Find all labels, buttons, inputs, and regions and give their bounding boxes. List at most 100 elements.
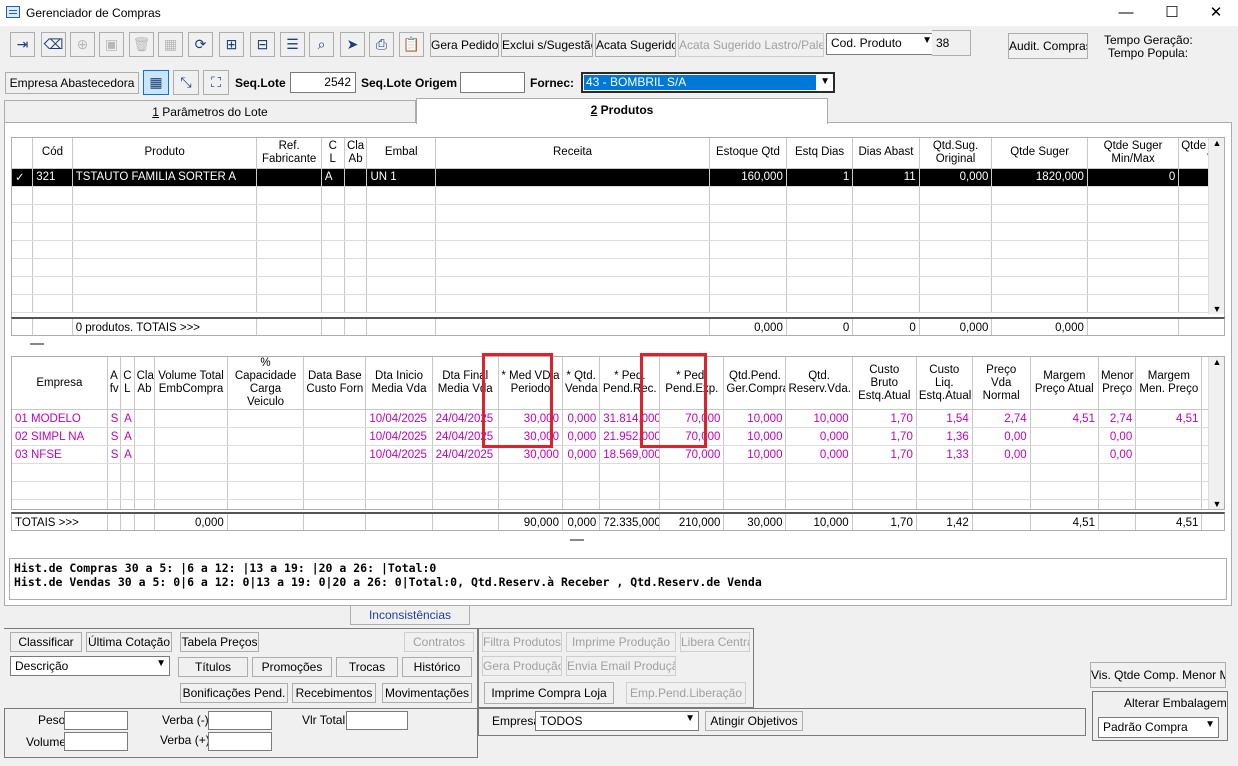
table-cell[interactable]: TSTAUTO FAMILIA SORTER A [72, 168, 258, 187]
remove-item-icon[interactable]: ⊟ [250, 32, 275, 57]
table-cell[interactable] [1135, 445, 1203, 464]
table-cell[interactable] [227, 445, 305, 464]
delete-icon[interactable]: 🗑 [129, 32, 154, 57]
verba-plus-field[interactable] [208, 732, 272, 751]
peso-field[interactable] [64, 711, 128, 730]
table-cell[interactable]: 11 [852, 168, 920, 187]
table-cell[interactable]: 4,51 [1030, 409, 1099, 428]
table-cell[interactable]: 4,51 [1135, 409, 1203, 428]
totals-cell[interactable]: 90,000 [498, 514, 563, 530]
table-cell[interactable]: 0,000 [562, 445, 601, 464]
table-cell[interactable] [154, 409, 228, 428]
refresh-icon[interactable]: ⟳ [188, 32, 213, 57]
totals-cell[interactable]: 0,000 [562, 514, 601, 530]
table-cell[interactable]: 18.569,000 [599, 445, 661, 464]
totals-cell[interactable]: 10,000 [785, 514, 853, 530]
vis-qtde-button[interactable]: Vis. Qtde Comp. Menor Min [1090, 662, 1226, 688]
filter-icon[interactable]: ☰ [280, 32, 305, 57]
code-value-field[interactable]: 38 [932, 30, 971, 56]
table-cell[interactable]: 0,00 [972, 427, 1031, 446]
totals-cell[interactable]: 0 [786, 319, 854, 335]
totals-cell[interactable] [972, 514, 1031, 530]
expand-icon[interactable]: ⛶ [203, 70, 229, 95]
close-button[interactable]: ✕ [1194, 2, 1238, 24]
table-cell[interactable] [1030, 427, 1099, 446]
table-cell[interactable]: A [120, 427, 135, 446]
totals-cell[interactable] [344, 319, 368, 335]
table-cell[interactable] [303, 445, 367, 464]
table-cell[interactable]: 10/04/2025 [365, 445, 433, 464]
table-row[interactable]: 03 NFSE S A 10/04/2025 24/04/2025 30,000 0,000… [12, 445, 1224, 464]
totals-cell[interactable] [303, 514, 367, 530]
libera-central-button[interactable]: Libera Central [680, 632, 750, 652]
collapse-icon[interactable]: ⤡ [173, 70, 199, 95]
inconsistencias-button[interactable]: Inconsistências [350, 605, 470, 625]
totals-cell[interactable]: 4,51 [1135, 514, 1203, 530]
table-cell[interactable]: 160,000 [709, 168, 787, 187]
clipboard-icon[interactable]: 📋 [399, 32, 424, 57]
table-cell[interactable]: 10/04/2025 [365, 409, 433, 428]
table-cell[interactable] [134, 427, 156, 446]
table-cell[interactable]: 10,000 [723, 445, 787, 464]
tabela-precos-button[interactable]: Tabela Preços [180, 632, 259, 652]
table-cell[interactable]: 0,000 [562, 409, 601, 428]
totals-cell[interactable]: 0,000 [919, 319, 993, 335]
splitter-handle[interactable] [30, 343, 44, 345]
gera-producao-button[interactable]: Gera Produção [482, 656, 562, 676]
totals-cell[interactable]: 30,000 [723, 514, 787, 530]
check-icon[interactable]: ✓ [12, 168, 34, 187]
sort-select[interactable]: Descrição ▼ [10, 656, 170, 676]
table-cell[interactable]: 10,000 [723, 409, 787, 428]
table-row[interactable]: 02 SIMPL NA S A 10/04/2025 24/04/2025 30,000 0… [12, 427, 1224, 446]
totals-cell[interactable]: 0,000 [709, 319, 787, 335]
totals-cell[interactable]: 1,42 [916, 514, 973, 530]
table-cell[interactable]: 0 [1087, 168, 1180, 187]
table-cell[interactable] [134, 445, 156, 464]
table-cell[interactable]: 01 MODELO [12, 409, 108, 428]
emp-pend-button[interactable]: Emp.Pend.Liberação [626, 682, 746, 704]
totals-cell[interactable] [1098, 514, 1137, 530]
table-cell[interactable]: 30,000 [498, 445, 563, 464]
table-cell[interactable]: 1,70 [852, 445, 917, 464]
table-row[interactable]: 01 MODELO S A 10/04/2025 24/04/2025 30,000 0,0… [12, 409, 1224, 428]
acata-lastro-button[interactable]: Acata Sugerido Lastro/Palete [678, 33, 824, 57]
table-cell[interactable] [303, 409, 367, 428]
table-cell[interactable]: S [107, 427, 122, 446]
add-icon[interactable]: ⊕ [70, 32, 95, 57]
atingir-objetivos-button[interactable]: Atingir Objetivos [705, 711, 803, 731]
seq-lote-field[interactable]: 2542 [290, 72, 356, 93]
add-item-icon[interactable]: ⊞ [219, 32, 244, 57]
totals-cell[interactable]: 4,51 [1030, 514, 1099, 530]
table-cell[interactable]: 02 SIMPL NA [12, 427, 108, 446]
search-box-icon[interactable]: ⌕ [309, 32, 334, 57]
table-cell[interactable]: 1820,000 [991, 168, 1088, 187]
empresa-abastecedora-button[interactable]: Empresa Abastecedora [5, 72, 139, 94]
table-cell[interactable]: 0,000 [785, 445, 853, 464]
volume-field[interactable] [64, 732, 128, 751]
table-cell[interactable]: 0,00 [1098, 427, 1137, 446]
scroll-up-icon[interactable]: ▲ [1209, 138, 1224, 148]
table-cell[interactable]: A [321, 168, 345, 187]
totals-cell[interactable] [365, 514, 433, 530]
totals-cell[interactable]: 1,70 [852, 514, 917, 530]
totals-cell[interactable]: TOTAIS >>> [12, 514, 108, 530]
table-cell[interactable]: A [120, 409, 135, 428]
code-type-select[interactable]: Cod. Produto ▼ [826, 33, 936, 55]
table-cell[interactable] [227, 427, 305, 446]
table-cell[interactable]: 1,54 [916, 409, 973, 428]
embalagem-select[interactable]: Padrão Compra ▼ [1098, 717, 1219, 738]
totals-cell[interactable] [256, 319, 322, 335]
classificar-button[interactable]: Classificar [10, 632, 82, 652]
totals-cell[interactable] [435, 319, 711, 335]
acata-sugerido-button[interactable]: Acata Sugerido [595, 33, 676, 57]
totals-cell[interactable] [366, 319, 436, 335]
table-cell[interactable]: 0,00 [1098, 445, 1137, 464]
splitter-handle[interactable] [570, 539, 584, 541]
promocoes-button[interactable]: Promoções [252, 657, 332, 677]
filtra-produtos-button[interactable]: Filtra Produtos [482, 632, 562, 652]
totals-cell[interactable] [1201, 514, 1224, 530]
imprime-producao-button[interactable]: Imprime Produção [566, 632, 676, 652]
table-cell[interactable]: 0,000 [919, 168, 993, 187]
totals-cell[interactable] [134, 514, 156, 530]
table-cell[interactable]: 2,74 [1098, 409, 1137, 428]
